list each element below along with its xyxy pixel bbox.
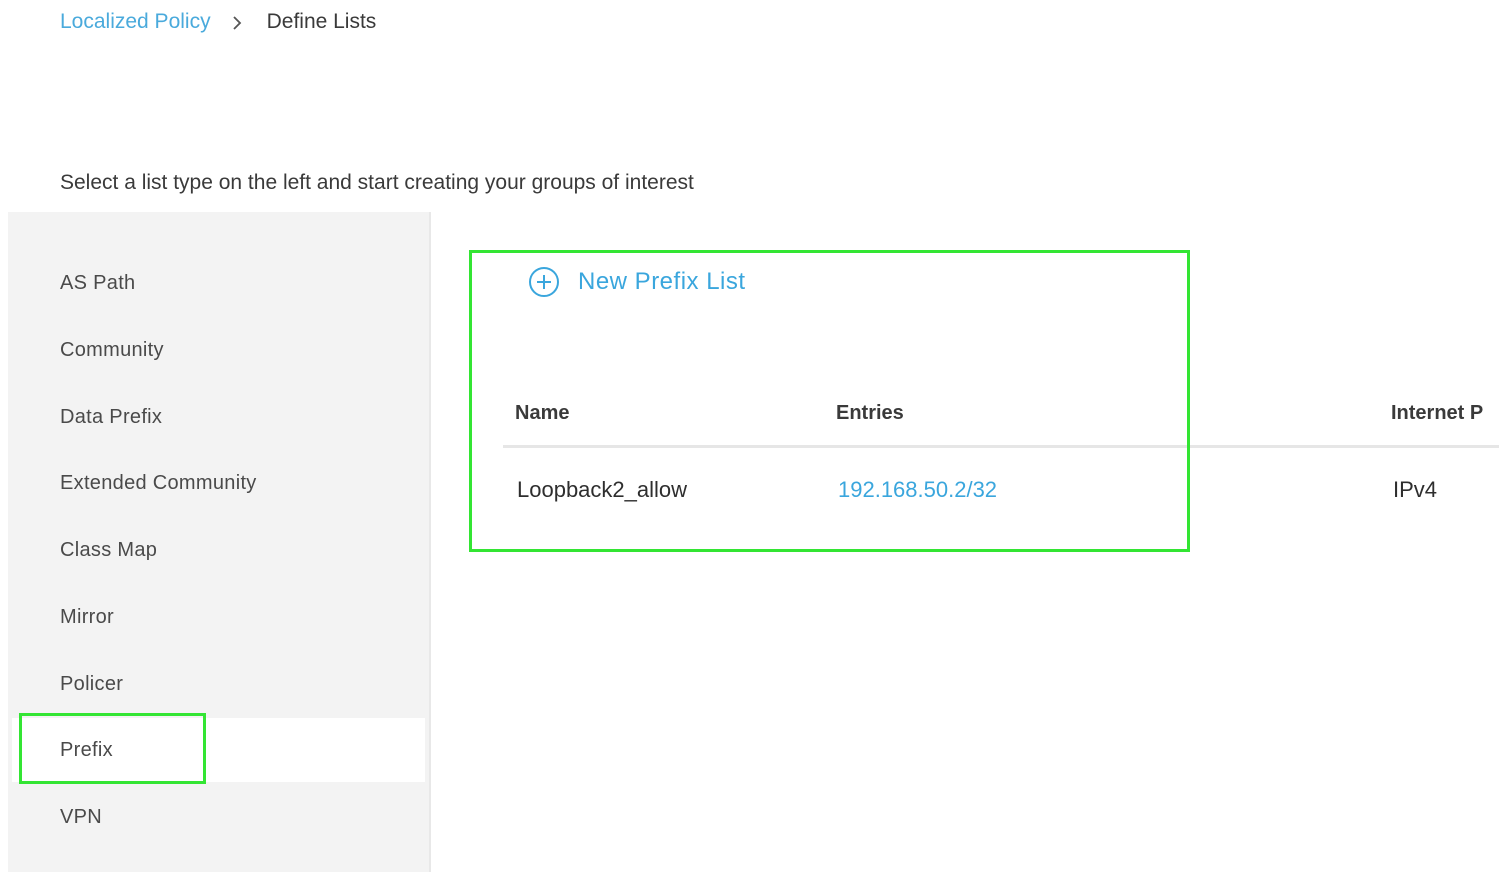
sidebar-item-prefix[interactable]: Prefix [12,718,425,782]
sidebar-item-data-prefix[interactable]: Data Prefix [8,385,427,449]
sidebar-item-mirror[interactable]: Mirror [8,585,427,649]
sidebar-item-extended-community[interactable]: Extended Community [8,451,427,515]
sidebar-item-label: AS Path [60,271,136,294]
breadcrumb-localized-policy-link[interactable]: Localized Policy [60,10,211,34]
sidebar-item-label: Extended Community [60,471,257,494]
sidebar-item-as-path[interactable]: AS Path [8,251,427,315]
column-header-entries[interactable]: Entries [836,402,904,425]
new-prefix-list-button[interactable]: New Prefix List [528,266,746,298]
sidebar-item-label: Policer [60,672,124,695]
sidebar-item-policer[interactable]: Policer [8,652,427,716]
row-entries-link[interactable]: 192.168.50.2/32 [838,477,997,503]
sidebar-item-class-map[interactable]: Class Map [8,518,427,582]
new-prefix-list-label: New Prefix List [578,268,746,295]
sidebar-item-label: VPN [60,805,103,828]
breadcrumb-current: Define Lists [266,10,377,33]
column-header-name[interactable]: Name [515,402,569,425]
column-header-internet-protocol[interactable]: Internet P [1391,402,1483,425]
sidebar-item-label: Community [60,338,164,361]
sidebar-item-label: Prefix [60,738,113,761]
plus-circle-icon [529,267,559,297]
sidebar-item-label: Data Prefix [60,405,163,428]
intro-text: Select a list type on the left and start… [60,171,694,194]
list-type-sidebar: AS Path Community Data Prefix Extended C… [8,212,431,872]
sidebar-item-label: Class Map [60,538,158,561]
row-internet-protocol-cell: IPv4 [1393,477,1438,502]
sidebar-item-label: Mirror [60,605,115,628]
breadcrumb: Localized Policy Define Lists [60,9,376,35]
row-name-cell: Loopback2_allow [517,477,688,502]
sidebar-item-community[interactable]: Community [8,318,427,382]
sidebar-item-vpn[interactable]: VPN [8,785,427,849]
table-header-divider [503,445,1499,448]
chevron-right-icon [232,16,241,30]
